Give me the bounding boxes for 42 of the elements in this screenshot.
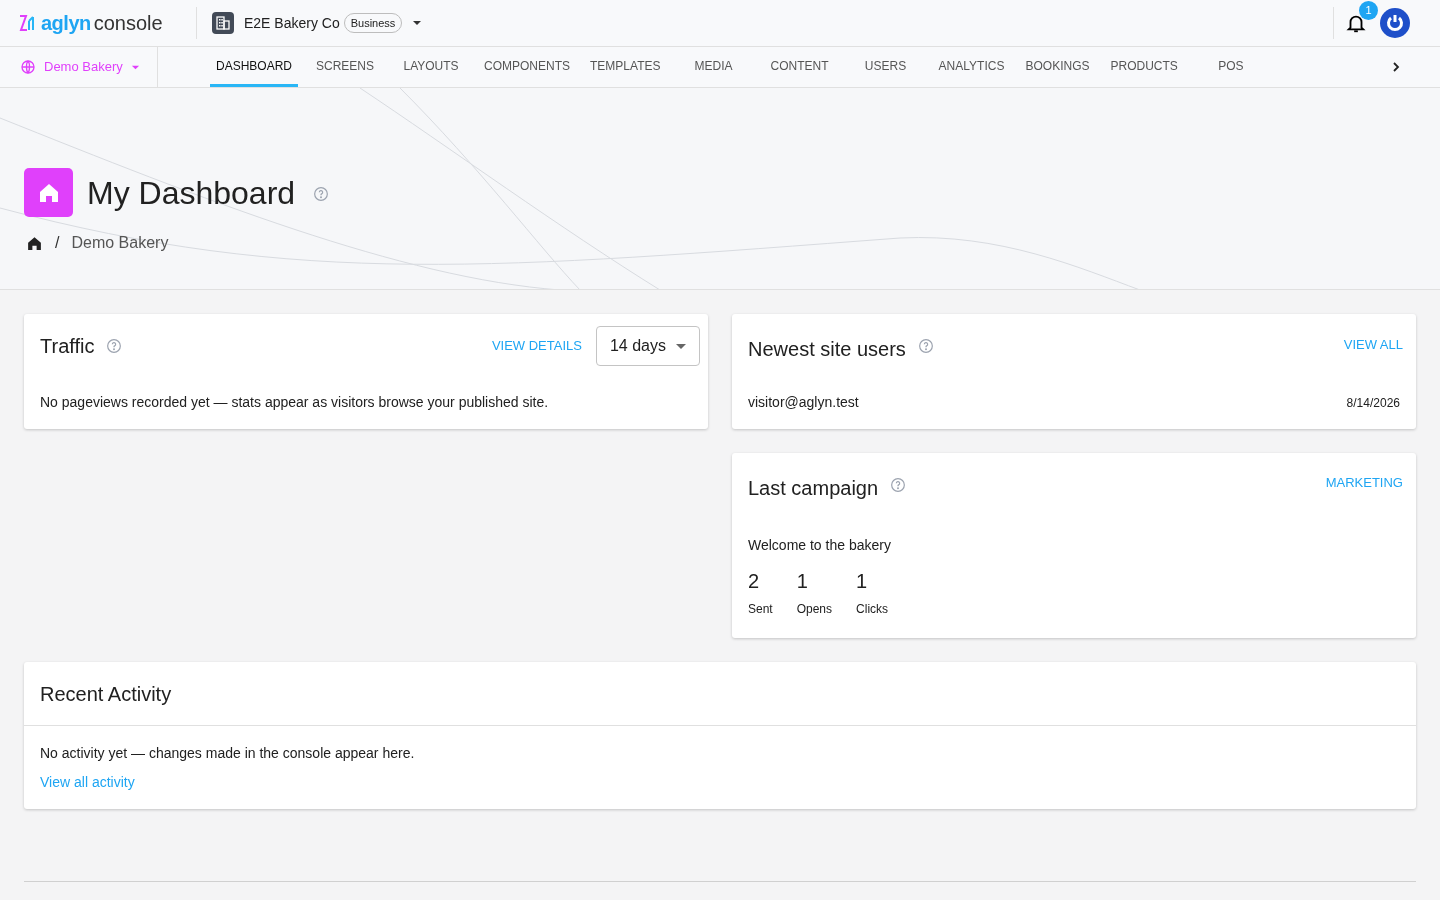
logo-product: console [93, 11, 163, 36]
organization-selector[interactable]: E2E Bakery Co Business [212, 12, 423, 34]
range-dropdown[interactable]: 14 days [595, 326, 700, 366]
caret-icon [412, 18, 423, 28]
stat-label: Sent [748, 601, 773, 618]
stat-label: Opens [796, 601, 833, 618]
page-title: My Dashboard [87, 173, 296, 213]
campaign-name: Welcome to the bakery [748, 536, 892, 555]
power-icon[interactable] [1380, 8, 1410, 38]
stat-value: 1 [796, 569, 809, 594]
nav-tab[interactable]: PRODUCTS [1104, 47, 1184, 87]
nav-tab[interactable]: LAYOUTS [392, 47, 470, 87]
stat-label: Clicks [856, 601, 889, 618]
chevron-right-icon[interactable] [1390, 61, 1402, 73]
user-date: 8/14/2026 [1346, 394, 1400, 412]
building-icon [212, 12, 234, 34]
nav-tab[interactable]: COMPONENTS [478, 47, 577, 87]
home-icon [24, 168, 73, 217]
card-title: Recent Activity [40, 681, 172, 707]
traffic-message: No pageviews recorded yet — stats appear as visitors browse your published site. [40, 393, 550, 412]
stat-value: 2 [748, 569, 761, 594]
nav-tab[interactable]: ANALYTICS [932, 47, 1011, 87]
nav-tab[interactable]: SCREENS [306, 47, 384, 87]
card-title: Last campaign [748, 476, 879, 501]
user-email: visitor@aglyn.test [748, 393, 859, 412]
caret-icon [676, 341, 686, 351]
activity-message: No activity yet — changes made in the console appear here. [40, 744, 415, 763]
breadcrumb-item: Demo Bakery [71, 233, 169, 253]
globe-icon [20, 59, 36, 75]
stat-value: 1 [856, 569, 869, 594]
notification-count: 1 [1359, 1, 1378, 20]
nav-tab[interactable]: MEDIA [674, 47, 753, 87]
card-title: Traffic [40, 334, 95, 359]
card-title: Newest site users [748, 337, 906, 362]
nav-tab[interactable]: CONTENT [760, 47, 839, 87]
nav-tab[interactable]: USERS [846, 47, 925, 87]
home-icon[interactable] [26, 234, 43, 252]
nav-tab[interactable]: BOOKINGS [1018, 47, 1097, 87]
nav-tab[interactable]: POS [1191, 47, 1270, 87]
breadcrumb-separator: / [55, 233, 60, 253]
nav-tab[interactable]: TEMPLATES [584, 47, 667, 87]
logo-brand: aglyn [41, 11, 91, 36]
